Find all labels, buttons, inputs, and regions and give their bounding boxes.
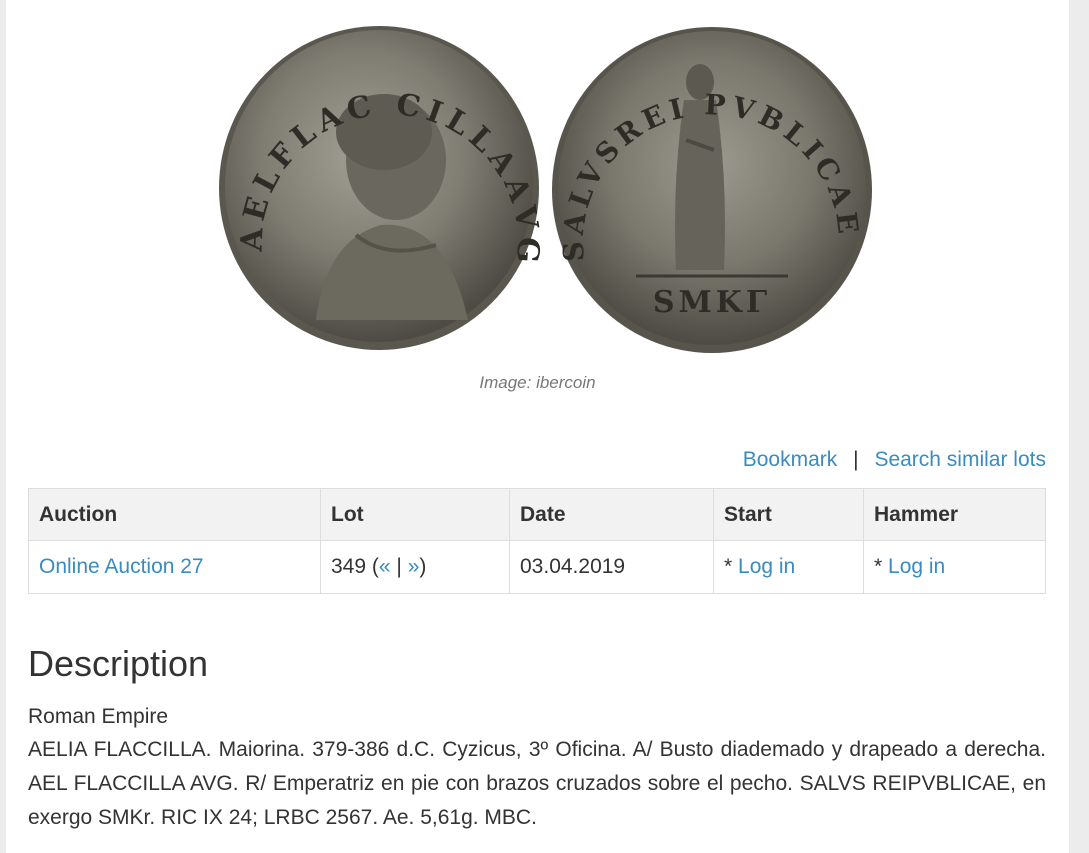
- lot-page: AELFLAC CILLAAVG SALVSREI PVBLICAE SMKΓ …: [6, 0, 1069, 853]
- hammer-asterisk: *: [874, 555, 889, 578]
- lot-nav-open: (: [366, 555, 379, 578]
- exergue-mark: SMKΓ: [653, 285, 771, 320]
- image-credit: Image: ibercoin: [479, 373, 596, 392]
- search-similar-lots-link[interactable]: Search similar lots: [874, 448, 1046, 471]
- coin-image-figure: AELFLAC CILLAAVG SALVSREI PVBLICAE SMKΓ …: [6, 0, 1069, 410]
- lot-info-table: Auction Lot Date Start Hammer Online Auc…: [28, 488, 1046, 594]
- lot-number: 349: [331, 555, 367, 578]
- auction-cell: Online Auction 27: [28, 540, 321, 594]
- hammer-login-link[interactable]: Log in: [888, 555, 945, 578]
- start-cell: * Log in: [713, 540, 864, 594]
- description-heading: Description: [28, 643, 209, 684]
- auction-link[interactable]: Online Auction 27: [39, 555, 204, 578]
- header-auction: Auction: [28, 488, 321, 541]
- header-hammer: Hammer: [863, 488, 1046, 541]
- description-text: AELIA FLACCILLA. Maiorina. 379-386 d.C. …: [28, 738, 1046, 829]
- start-login-link[interactable]: Log in: [738, 555, 795, 578]
- bookmark-link[interactable]: Bookmark: [743, 448, 838, 471]
- lot-cell: 349 (« | »): [320, 540, 510, 594]
- table-row: Online Auction 27 349 (« | ») 03.04.2019…: [28, 540, 1046, 594]
- header-date: Date: [509, 488, 714, 541]
- table-header-row: Auction Lot Date Start Hammer: [28, 488, 1046, 541]
- hammer-cell: * Log in: [863, 540, 1046, 594]
- next-lot-link[interactable]: »: [408, 555, 420, 578]
- header-lot: Lot: [320, 488, 510, 541]
- lot-nav-close: ): [419, 555, 427, 578]
- start-asterisk: *: [724, 555, 739, 578]
- header-start: Start: [713, 488, 864, 541]
- coin-reverse: SALVSREI PVBLICAE SMKΓ: [552, 27, 872, 353]
- description-category: Roman Empire: [28, 705, 169, 728]
- lot-nav-separator: |: [390, 555, 408, 578]
- coin-image[interactable]: AELFLAC CILLAAVG SALVSREI PVBLICAE SMKΓ: [206, 20, 872, 360]
- previous-lot-link[interactable]: «: [379, 555, 391, 578]
- coin-obverse: AELFLAC CILLAAVG: [219, 26, 540, 350]
- actions-separator: |: [853, 448, 859, 471]
- date-cell: 03.04.2019: [509, 540, 714, 594]
- lot-actions: Bookmark | Search similar lots: [743, 448, 1046, 472]
